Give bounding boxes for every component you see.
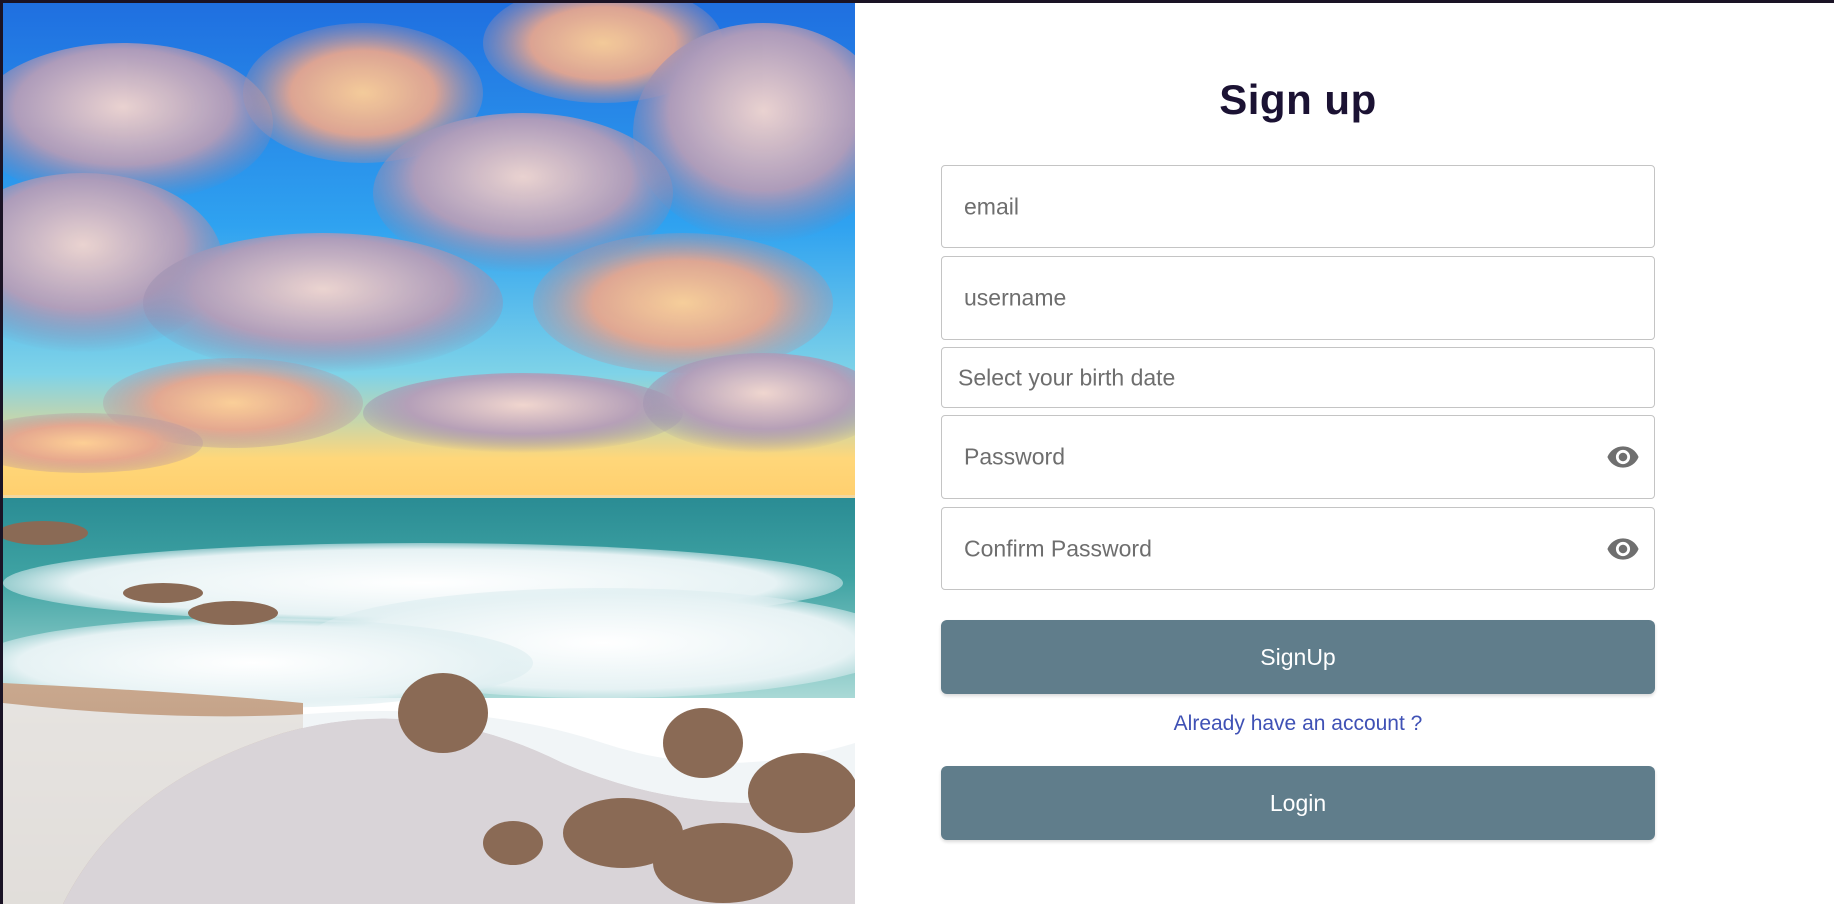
username-field-container: [941, 256, 1655, 340]
login-button[interactable]: Login: [941, 766, 1655, 840]
eye-icon[interactable]: [1606, 440, 1640, 474]
page-title: Sign up: [1219, 76, 1377, 123]
password-field-container: [941, 415, 1655, 499]
confirm-password-field[interactable]: [964, 535, 1564, 562]
birthdate-field-container: [941, 347, 1655, 408]
password-field[interactable]: [964, 443, 1564, 471]
beach-sunset-image: [3, 3, 855, 904]
email-field-container: [941, 165, 1655, 248]
eye-icon[interactable]: [1606, 532, 1640, 566]
confirm-password-field-container: [941, 507, 1655, 590]
birthdate-field[interactable]: [958, 364, 1558, 391]
signup-button[interactable]: SignUp: [941, 620, 1655, 694]
email-field[interactable]: [964, 193, 1564, 220]
username-field[interactable]: [964, 284, 1564, 312]
already-have-account-link[interactable]: Already have an account ?: [941, 712, 1655, 736]
